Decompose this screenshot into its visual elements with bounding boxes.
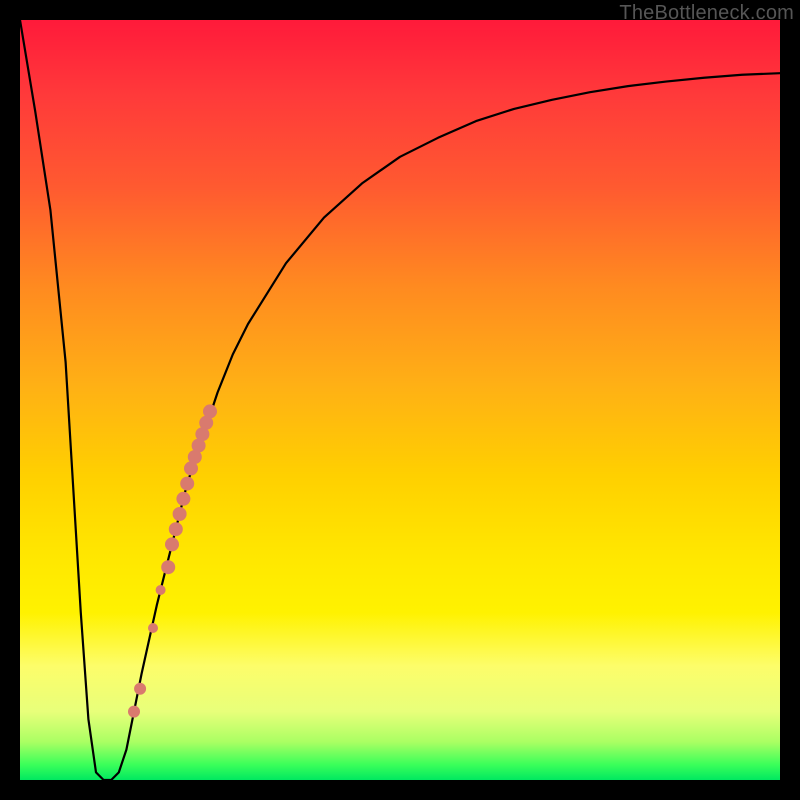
data-marker: [128, 706, 140, 718]
data-marker: [156, 585, 166, 595]
data-marker: [165, 537, 179, 551]
data-marker: [169, 522, 183, 536]
bottleneck-curve: [20, 20, 780, 780]
data-marker: [161, 560, 175, 574]
chart-overlay: [20, 20, 780, 780]
data-marker: [134, 683, 146, 695]
data-marker: [173, 507, 187, 521]
watermark-text: TheBottleneck.com: [619, 2, 794, 25]
data-marker: [148, 623, 158, 633]
chart-frame: TheBottleneck.com: [0, 0, 800, 800]
data-marker: [176, 492, 190, 506]
data-marker: [180, 477, 194, 491]
data-marker: [203, 404, 217, 418]
